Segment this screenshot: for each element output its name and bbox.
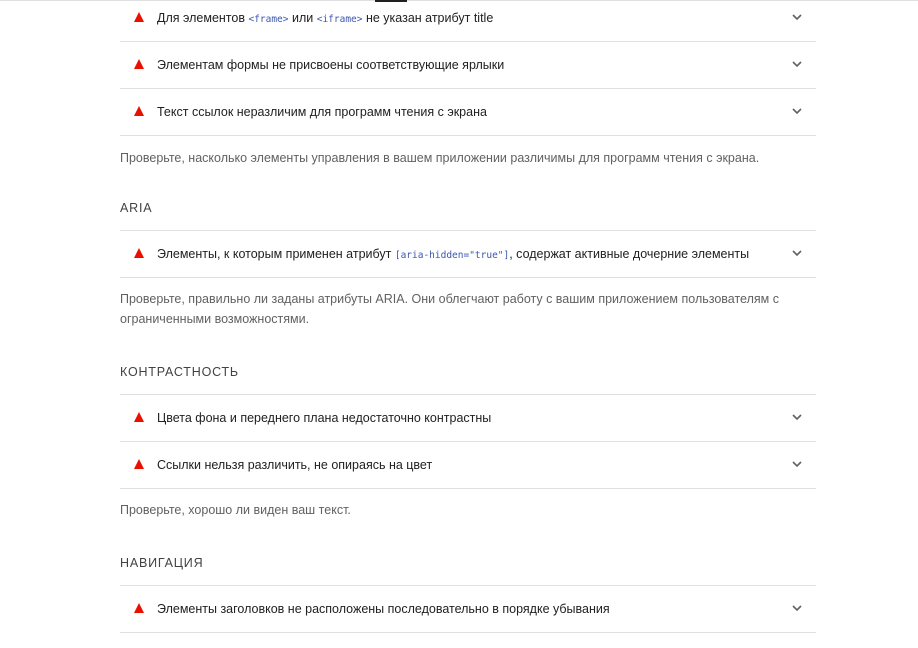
group-description: Проверьте, правильно ли заданы атрибуты …	[120, 291, 779, 327]
audit-group-contrast: КОНТРАСТНОСТЬ Цвета фона и переднего пла…	[120, 364, 816, 521]
audit-title: Текст ссылок неразличим для программ чте…	[157, 89, 487, 135]
group-description: Проверьте, насколько элементы управления…	[120, 151, 760, 165]
group-title: ARIA	[120, 200, 153, 215]
audit-title: Цвета фона и переднего плана недостаточн…	[157, 395, 491, 441]
warning-triangle-icon	[134, 106, 144, 116]
warning-triangle-icon	[134, 12, 144, 22]
title-text: Цвета фона и переднего плана недостаточн…	[157, 410, 492, 425]
group-description: Проверьте, хорошо ли виден ваш текст.	[120, 502, 351, 517]
audit-item[interactable]: Элементам формы не присвоены соответству…	[120, 42, 816, 89]
audit-title: Элементы заголовков не расположены после…	[157, 586, 610, 632]
chevron-down-icon[interactable]	[792, 459, 802, 469]
accessibility-audit-list: Для элементов <frame> или <iframe> не ук…	[120, 0, 816, 633]
title-text: Элементы, к которым применен атрибут	[157, 246, 395, 261]
warning-triangle-icon	[134, 59, 144, 69]
chevron-down-icon[interactable]	[792, 412, 802, 422]
title-text: не указан атрибут title	[362, 11, 494, 25]
title-text: Элементы заголовков не расположены после…	[157, 602, 610, 616]
chevron-down-icon[interactable]	[792, 603, 802, 613]
warning-triangle-icon	[134, 603, 144, 613]
chevron-down-icon[interactable]	[792, 106, 802, 116]
title-text: Для элементов	[157, 11, 249, 25]
warning-triangle-icon	[134, 247, 144, 258]
inline-code: [aria-hidden="true"]	[394, 249, 510, 261]
title-text: , содержат активные дочерние элементы	[509, 246, 750, 261]
title-text: Ссылки нельзя различить, не опираясь на …	[157, 457, 433, 472]
title-text: Элементам формы не присвоены соответству…	[157, 58, 505, 72]
audit-item[interactable]: Ссылки нельзя различить, не опираясь на …	[120, 442, 816, 489]
title-text: Текст ссылок неразличим для программ чте…	[157, 105, 487, 119]
audit-title: Для элементов <frame> или <iframe> не ук…	[157, 0, 493, 41]
audit-item[interactable]: Текст ссылок неразличим для программ чте…	[120, 89, 816, 136]
audit-item[interactable]: Для элементов <frame> или <iframe> не ук…	[120, 0, 816, 42]
warning-triangle-icon	[134, 411, 144, 422]
audit-item[interactable]: Цвета фона и переднего плана недостаточн…	[120, 393, 816, 442]
audit-group-aria: ARIA Элементы, к которым применен атрибу…	[120, 200, 816, 330]
group-title: НАВИГАЦИЯ	[120, 556, 204, 570]
audit-title: Элементам формы не присвоены соответству…	[157, 42, 504, 88]
title-text: или	[288, 11, 317, 25]
chevron-down-icon[interactable]	[792, 248, 802, 258]
audit-title: Ссылки нельзя различить, не опираясь на …	[157, 442, 432, 488]
inline-code: <iframe>	[316, 14, 363, 25]
audit-group-navigation: НАВИГАЦИЯ Элементы заголовков не располо…	[120, 555, 816, 633]
audit-item[interactable]: Элементы, к которым применен атрибут [ar…	[120, 229, 816, 278]
audit-item[interactable]: Элементы заголовков не расположены после…	[120, 585, 816, 633]
audit-group-names-labels: Для элементов <frame> или <iframe> не ук…	[120, 0, 816, 169]
group-title: КОНТРАСТНОСТЬ	[120, 364, 239, 379]
inline-code: <frame>	[248, 14, 289, 25]
warning-triangle-icon	[134, 458, 144, 469]
chevron-down-icon[interactable]	[792, 12, 802, 22]
audit-title: Элементы, к которым применен атрибут [ar…	[157, 231, 749, 277]
chevron-down-icon[interactable]	[792, 59, 802, 69]
